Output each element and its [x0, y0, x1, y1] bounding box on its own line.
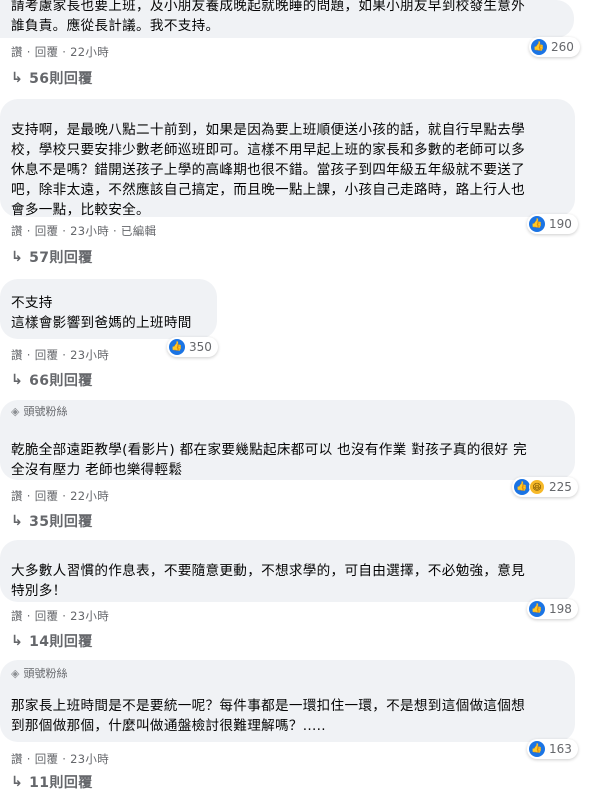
comment-text: 那家長上班時間是不是要統一呢？每件事都是一環扣住一環，不是想到這個做這個想 到那…	[11, 698, 526, 734]
edited-label: 已編輯	[120, 224, 157, 238]
reply-link[interactable]: 回覆	[35, 751, 59, 767]
reaction-summary[interactable]: 👍 190	[527, 214, 578, 234]
badge-label: 頭號粉絲	[23, 667, 68, 680]
comment-6: ◈ 頭號粉絲 那家長上班時間是不是要統一呢？每件事都是一環扣住一環，不是想到這個…	[0, 660, 600, 796]
like-link[interactable]: 讚	[11, 347, 23, 363]
replies-label: 11則回覆	[29, 775, 93, 791]
thumbs-up-icon: 👍	[531, 39, 547, 55]
reaction-summary[interactable]: 👍 198	[527, 599, 578, 619]
reaction-summary[interactable]: 👍 260	[529, 37, 580, 57]
top-fan-badge: ◈ 頭號粉絲	[11, 666, 67, 682]
timestamp[interactable]: 23小時	[70, 608, 109, 624]
top-fan-badge: ◈ 頭號粉絲	[11, 404, 67, 420]
comment-bubble: ◈ 頭號粉絲 那家長上班時間是不是要統一呢？每件事都是一環扣住一環，不是想到這個…	[0, 660, 575, 742]
timestamp[interactable]: 23小時	[70, 347, 109, 363]
thumbs-up-icon: 👍	[529, 741, 545, 757]
comment-5: 大多數人習慣的作息表，不要隨意更動，不想求學的，可自由選擇，不必勉強，意見 特別…	[0, 540, 600, 652]
diamond-icon: ◈	[11, 405, 20, 418]
laughing-emoji-icon: 😆	[529, 479, 545, 495]
reply-link[interactable]: 回覆	[35, 488, 59, 504]
reaction-count: 198	[549, 602, 572, 616]
reply-arrow-icon: ↳	[11, 774, 24, 790]
diamond-icon: ◈	[11, 667, 20, 680]
thumbs-up-icon: 👍	[529, 601, 545, 617]
replies-label: 57則回覆	[29, 250, 93, 266]
thumbs-up-icon: 👍	[529, 216, 545, 232]
view-replies-button[interactable]: ↳ 66則回覆	[11, 370, 93, 390]
comment-actions: 讚 · 回覆 · 22小時	[11, 44, 110, 60]
comment-text: 請考慮家長也要上班，及小朋友養成晚起就晚睡的問題，如果小朋友早到校發生意外 誰負…	[11, 0, 526, 34]
author-name[interactable]	[11, 279, 205, 285]
reaction-summary[interactable]: 👍 350	[167, 337, 218, 357]
comment-text: 不支持 這樣會影響到爸媽的上班時間	[11, 295, 192, 331]
reply-link[interactable]: 回覆	[35, 608, 59, 624]
reaction-count: 260	[551, 40, 574, 54]
view-replies-button[interactable]: ↳ 11則回覆	[11, 772, 93, 792]
comment-actions: 讚 · 回覆 · 22小時	[11, 488, 110, 504]
comment-bubble: 支持啊，是最晚八點二十前到，如果是因為要上班順便送小孩的話，就自行早點去學 校，…	[0, 99, 575, 218]
comment-4: ◈ 頭號粉絲 乾脆全部遠距教學(看影片) 都在家要幾點起床都可以 也沒有作業 對…	[0, 400, 600, 530]
comment-actions: 讚 · 回覆 · 23小時 · 已編輯	[11, 223, 157, 239]
comment-bubble: 請考慮家長也要上班，及小朋友養成晚起就晚睡的問題，如果小朋友早到校發生意外 誰負…	[0, 0, 574, 38]
timestamp[interactable]: 23小時	[70, 223, 109, 239]
view-replies-button[interactable]: ↳ 57則回覆	[11, 247, 93, 267]
comment-2: 支持啊，是最晚八點二十前到，如果是因為要上班順便送小孩的話，就自行早點去學 校，…	[0, 99, 600, 269]
comment-3: 不支持 這樣會影響到爸媽的上班時間 👍 350 讚 · 回覆 · 23小時 ↳ …	[0, 279, 600, 389]
comment-text: 大多數人習慣的作息表，不要隨意更動，不想求學的，可自由選擇，不必勉強，意見 特別…	[11, 563, 526, 599]
comment-actions: 讚 · 回覆 · 23小時	[11, 347, 110, 363]
view-replies-button[interactable]: ↳ 14則回覆	[11, 631, 93, 651]
comment-actions: 讚 · 回覆 · 23小時	[11, 751, 110, 767]
like-link[interactable]: 讚	[11, 608, 23, 624]
reply-arrow-icon: ↳	[11, 249, 24, 265]
thumbs-up-icon: 👍	[169, 339, 185, 355]
comment-bubble: ◈ 頭號粉絲 乾脆全部遠距教學(看影片) 都在家要幾點起床都可以 也沒有作業 對…	[0, 400, 575, 480]
comment-1: 請考慮家長也要上班，及小朋友養成晚起就晚睡的問題，如果小朋友早到校發生意外 誰負…	[0, 0, 600, 96]
timestamp[interactable]: 23小時	[70, 751, 109, 767]
reaction-summary[interactable]: 👍 163	[527, 739, 578, 759]
reaction-count: 163	[549, 742, 572, 756]
like-link[interactable]: 讚	[11, 223, 23, 239]
reply-link[interactable]: 回覆	[35, 44, 59, 60]
comment-bubble: 不支持 這樣會影響到爸媽的上班時間	[0, 279, 217, 339]
author-name[interactable]	[11, 540, 563, 546]
reply-link[interactable]: 回覆	[35, 347, 59, 363]
comment-text: 乾脆全部遠距教學(看影片) 都在家要幾點起床都可以 也沒有作業 對孩子真的很好 …	[11, 442, 527, 478]
thumbs-up-icon: 👍	[514, 479, 530, 495]
reply-arrow-icon: ↳	[11, 633, 24, 649]
comment-bubble: 大多數人習慣的作息表，不要隨意更動，不想求學的，可自由選擇，不必勉強，意見 特別…	[0, 540, 575, 602]
view-replies-button[interactable]: ↳ 56則回覆	[11, 68, 93, 88]
replies-label: 35則回覆	[29, 514, 93, 530]
comment-actions: 讚 · 回覆 · 23小時	[11, 608, 110, 624]
replies-label: 56則回覆	[29, 71, 93, 87]
like-link[interactable]: 讚	[11, 44, 23, 60]
reaction-count: 225	[549, 480, 572, 494]
reply-arrow-icon: ↳	[11, 70, 24, 86]
reaction-count: 350	[189, 340, 212, 354]
reaction-count: 190	[549, 217, 572, 231]
reply-link[interactable]: 回覆	[35, 223, 59, 239]
timestamp[interactable]: 22小時	[70, 44, 109, 60]
timestamp[interactable]: 22小時	[70, 488, 109, 504]
like-link[interactable]: 讚	[11, 488, 23, 504]
reply-arrow-icon: ↳	[11, 372, 24, 388]
reply-arrow-icon: ↳	[11, 513, 24, 529]
replies-label: 14則回覆	[29, 634, 93, 650]
like-link[interactable]: 讚	[11, 751, 23, 767]
comment-text: 支持啊，是最晚八點二十前到，如果是因為要上班順便送小孩的話，就自行早點去學 校，…	[11, 122, 526, 218]
badge-label: 頭號粉絲	[23, 405, 68, 418]
replies-label: 66則回覆	[29, 373, 93, 389]
author-name[interactable]	[11, 99, 563, 105]
view-replies-button[interactable]: ↳ 35則回覆	[11, 511, 93, 531]
reaction-summary[interactable]: 👍 😆 225	[512, 477, 578, 497]
